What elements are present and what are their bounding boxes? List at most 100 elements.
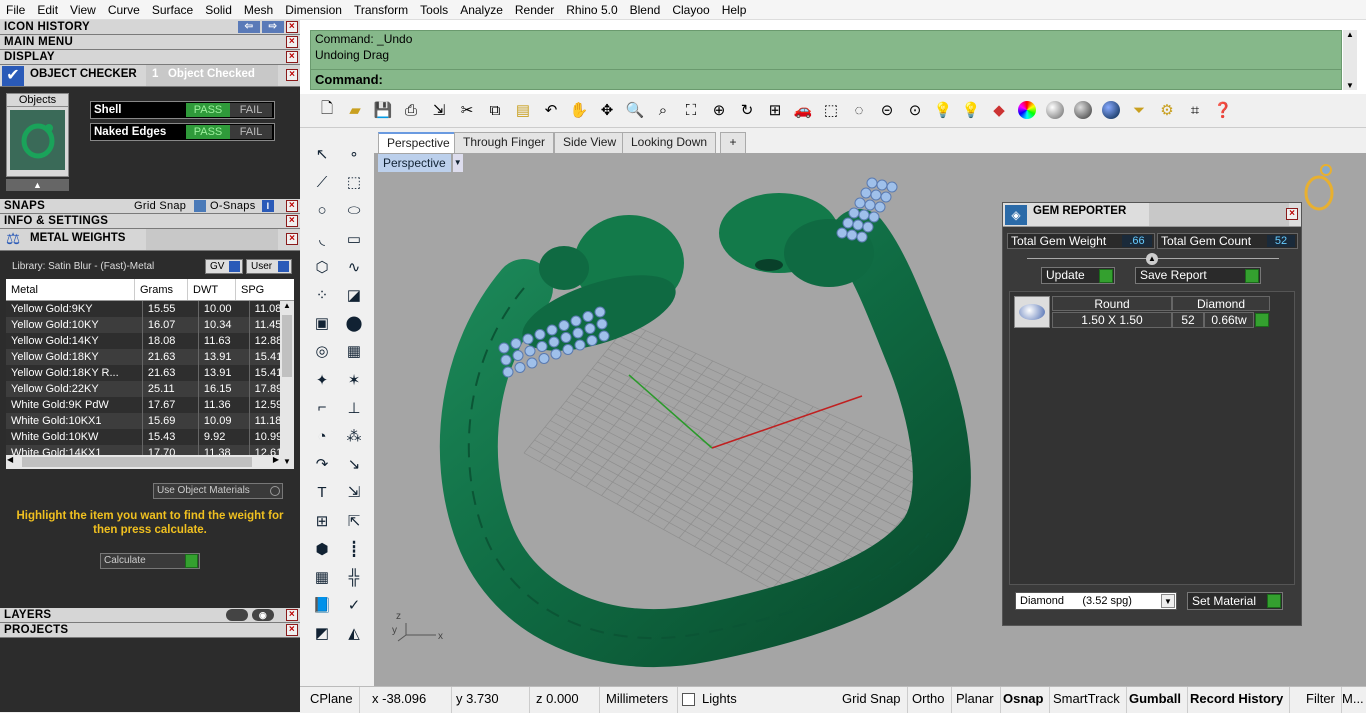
gumball-status[interactable]: Gumball bbox=[1123, 687, 1189, 713]
add-tab-icon[interactable]: + bbox=[720, 132, 746, 153]
curve-tool-icon[interactable]: ↷ bbox=[309, 452, 335, 476]
table-row[interactable]: Yellow Gold:18KY 21.63 13.91 15.41 bbox=[6, 349, 293, 365]
grid-snap-status[interactable]: Grid Snap bbox=[836, 687, 908, 713]
menu-solid[interactable]: Solid bbox=[199, 3, 238, 17]
ruler-icon[interactable]: ┋ bbox=[341, 537, 367, 561]
collapse-icon[interactable]: ▲ bbox=[1146, 253, 1158, 265]
select-arrow-icon[interactable]: ↖ bbox=[309, 142, 335, 166]
zoom-window-icon[interactable]: ⌕ bbox=[652, 99, 674, 121]
select-icon[interactable]: ⬚ bbox=[820, 99, 842, 121]
filter-icon[interactable]: ⏷ bbox=[1128, 99, 1150, 121]
pan-hand-icon[interactable]: ✋ bbox=[568, 99, 590, 121]
menu-dimension[interactable]: Dimension bbox=[279, 3, 348, 17]
rectangle-icon[interactable]: ▭ bbox=[341, 227, 367, 251]
save-report-button[interactable]: Save Report bbox=[1135, 267, 1261, 284]
more-status[interactable]: M... bbox=[1336, 687, 1366, 713]
close-icon[interactable]: × bbox=[286, 69, 298, 81]
close-icon[interactable]: × bbox=[286, 36, 298, 48]
scroll-up-icon[interactable]: ▲ bbox=[280, 301, 294, 313]
star-icon[interactable]: ✶ bbox=[341, 368, 367, 392]
render-sphere-icon[interactable] bbox=[1044, 99, 1066, 121]
icon-history-header[interactable]: ICON HISTORY ⇦ ⇨ × bbox=[0, 20, 300, 35]
scatter-icon[interactable]: ⁂ bbox=[341, 424, 367, 448]
object-checker-header[interactable]: ✔ OBJECT CHECKER 1 Object Checked × bbox=[0, 65, 300, 87]
tab-looking-down[interactable]: Looking Down bbox=[622, 132, 717, 153]
main-menu-header[interactable]: MAIN MENU × bbox=[0, 35, 300, 50]
scroll-down-icon[interactable]: ▼ bbox=[280, 457, 294, 469]
edge-icon[interactable]: ↘ bbox=[341, 452, 367, 476]
scale-icon[interactable]: ⇱ bbox=[341, 509, 367, 533]
light-icon[interactable]: 💡 bbox=[960, 99, 982, 121]
expand-up-icon[interactable]: ▲ bbox=[6, 179, 69, 191]
bucket-icon[interactable]: ◭ bbox=[341, 621, 367, 645]
zoom-extents-icon[interactable]: ⛶ bbox=[680, 99, 702, 121]
curve-icon[interactable]: ∿ bbox=[341, 255, 367, 279]
open-folder-icon[interactable]: ▰ bbox=[344, 99, 366, 121]
layers-header[interactable]: LAYERS ◉ × bbox=[0, 608, 300, 623]
menu-view[interactable]: View bbox=[64, 3, 102, 17]
calculate-button[interactable]: Calculate bbox=[100, 553, 200, 569]
close-icon[interactable]: × bbox=[286, 51, 298, 63]
tab-side-view[interactable]: Side View bbox=[554, 132, 626, 153]
table-row[interactable]: Yellow Gold:18KY R... 21.63 13.91 15.41 bbox=[6, 365, 293, 381]
check-icon[interactable]: ✓ bbox=[341, 593, 367, 617]
menu-surface[interactable]: Surface bbox=[146, 3, 199, 17]
close-icon[interactable]: × bbox=[286, 215, 298, 227]
menu-curve[interactable]: Curve bbox=[102, 3, 146, 17]
display-header[interactable]: DISPLAY × bbox=[0, 50, 300, 65]
table-row[interactable]: Yellow Gold:14KY 18.08 11.63 12.88 bbox=[6, 333, 293, 349]
chevron-down-icon[interactable]: ▼ bbox=[1161, 594, 1175, 608]
gv-toggle[interactable]: GV bbox=[205, 259, 243, 274]
table-row[interactable]: Yellow Gold:9KY 15.55 10.00 11.08 bbox=[6, 301, 293, 317]
gem-reporter-header[interactable]: ◈ GEM REPORTER × bbox=[1003, 203, 1301, 227]
move-icon[interactable]: ⇲ bbox=[341, 480, 367, 504]
menu-analyze[interactable]: Analyze bbox=[454, 3, 509, 17]
material-sphere-icon[interactable] bbox=[1100, 99, 1122, 121]
ellipse-icon[interactable]: ⬭ bbox=[341, 198, 367, 222]
planar-status[interactable]: Planar bbox=[950, 687, 1001, 713]
tab-perspective[interactable]: Perspective bbox=[378, 132, 459, 153]
info-settings-header[interactable]: INFO & SETTINGS × bbox=[0, 214, 300, 229]
close-icon[interactable]: × bbox=[286, 21, 298, 33]
close-icon[interactable]: × bbox=[286, 200, 298, 212]
move-arrows-icon[interactable]: ✥ bbox=[596, 99, 618, 121]
osnaps-toggle[interactable]: O-Snaps bbox=[210, 199, 256, 214]
table-scrollbar[interactable]: ▲ ▼ bbox=[280, 301, 294, 469]
lightbulb-icon[interactable]: 💡 bbox=[932, 99, 954, 121]
material-dropdown[interactable]: Diamond (3.52 spg) ▼ bbox=[1015, 592, 1177, 610]
four-viewports-icon[interactable]: ⊞ bbox=[764, 99, 786, 121]
objects-thumbnail[interactable]: Objects bbox=[6, 93, 69, 177]
table-hscrollbar[interactable]: ◀ ▶ bbox=[6, 455, 280, 469]
grid-icon[interactable]: ▦ bbox=[309, 565, 335, 589]
command-scrollbar[interactable]: ▲ ▼ bbox=[1343, 30, 1357, 90]
layer-shape-icon[interactable]: ◩ bbox=[309, 621, 335, 645]
lock-icon[interactable]: ⊝ bbox=[876, 99, 898, 121]
menu-mesh[interactable]: Mesh bbox=[238, 3, 279, 17]
table-row[interactable]: White Gold:9K PdW 17.67 11.36 12.59 bbox=[6, 397, 293, 413]
import-icon[interactable]: ⇲ bbox=[428, 99, 450, 121]
set-material-button[interactable]: Set Material bbox=[1187, 592, 1283, 610]
back-arrow-icon[interactable]: ⇦ bbox=[238, 21, 260, 33]
save-icon[interactable]: 💾 bbox=[372, 99, 394, 121]
col-dwt[interactable]: DWT bbox=[188, 279, 236, 300]
color-wheel-icon[interactable] bbox=[1016, 99, 1038, 121]
osnap-status[interactable]: Osnap bbox=[997, 687, 1051, 713]
layer-icon[interactable]: ◆ bbox=[988, 99, 1010, 121]
zoom-selected-icon[interactable]: ⊕ bbox=[708, 99, 730, 121]
eye-closed-icon[interactable] bbox=[226, 609, 248, 621]
osnap-icon[interactable] bbox=[194, 200, 206, 212]
bangle-model[interactable] bbox=[439, 193, 971, 668]
scroll-right-icon[interactable]: ▶ bbox=[273, 455, 279, 464]
array-icon[interactable]: ⊞ bbox=[309, 509, 335, 533]
smarttrack-status[interactable]: SmartTrack bbox=[1047, 687, 1127, 713]
menu-transform[interactable]: Transform bbox=[348, 3, 414, 17]
cut-icon[interactable]: ✂ bbox=[456, 99, 478, 121]
hide-icon[interactable]: ◌ bbox=[848, 99, 870, 121]
copy-icon[interactable]: ⧉ bbox=[484, 99, 506, 121]
scroll-down-icon[interactable]: ▼ bbox=[1343, 81, 1357, 90]
menu-file[interactable]: File bbox=[0, 3, 31, 17]
circle-icon[interactable]: ○ bbox=[309, 198, 335, 222]
units-status[interactable]: Millimeters bbox=[600, 687, 678, 713]
solid-icon[interactable]: ⬢ bbox=[309, 537, 335, 561]
command-prompt-input[interactable]: Command: bbox=[311, 69, 1341, 89]
